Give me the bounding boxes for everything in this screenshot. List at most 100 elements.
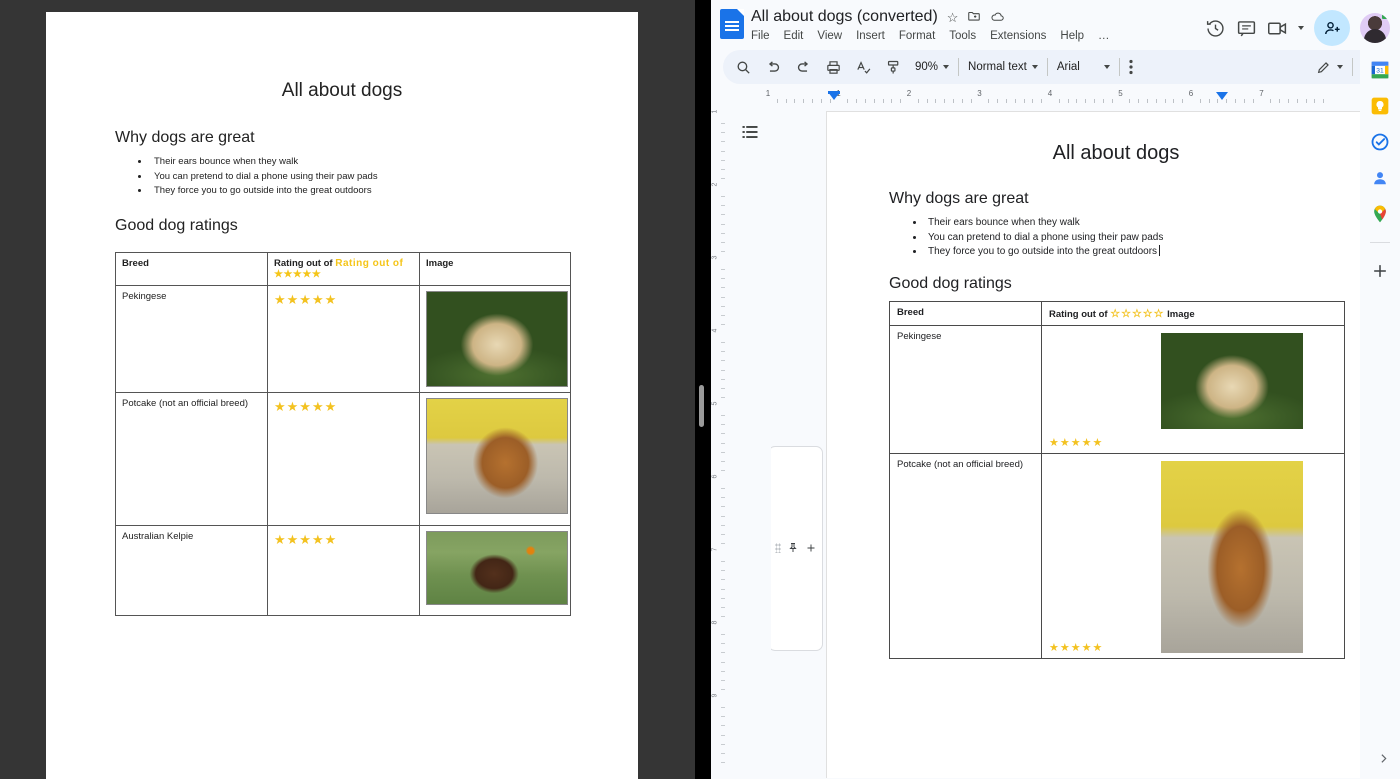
google-docs-icon	[720, 9, 744, 39]
ruler-label: 7	[711, 547, 719, 552]
menu-extensions[interactable]: Extensions	[990, 30, 1046, 42]
menu-help[interactable]: Help	[1060, 30, 1084, 42]
ruler-tick	[721, 123, 725, 125]
menu-view[interactable]: View	[817, 30, 842, 42]
document-title[interactable]: All about dogs (converted)	[751, 8, 938, 26]
menu-edit[interactable]: Edit	[784, 30, 804, 42]
ruler-tick	[721, 634, 725, 636]
right-indent-marker[interactable]	[1216, 92, 1229, 100]
toolbar-separator	[1046, 58, 1048, 76]
ruler-tick	[721, 369, 725, 371]
zoom-selector[interactable]: 90%	[915, 61, 950, 73]
ruler-tick	[721, 661, 725, 663]
paragraph-style-selector[interactable]: Normal text	[968, 61, 1038, 73]
ruler-tick	[721, 752, 725, 754]
expand-panel-icon[interactable]	[1377, 752, 1390, 770]
row-drag-handle-icon[interactable]	[774, 543, 781, 553]
dog-photo-potcake[interactable]	[1161, 460, 1303, 653]
paint-format-icon[interactable]	[885, 59, 902, 76]
version-history-icon[interactable]	[1205, 18, 1226, 39]
google-contacts-icon[interactable]	[1370, 168, 1390, 188]
get-add-ons-icon[interactable]	[1370, 261, 1390, 281]
pane-divider[interactable]	[695, 0, 711, 779]
meet-video-icon[interactable]	[1267, 20, 1288, 37]
vertical-ruler[interactable]: 1 2 3 4 5 6 7 8 9	[711, 106, 729, 778]
star-icon[interactable]: ☆	[947, 11, 959, 24]
ruler-tick	[1199, 99, 1201, 103]
menu-insert[interactable]: Insert	[856, 30, 885, 42]
ruler-tick	[721, 506, 725, 508]
doc-ratings-table[interactable]: Breed Rating out of ☆☆☆☆☆ Image Pekinges…	[889, 300, 1345, 659]
table-row-controls[interactable]	[771, 445, 823, 651]
col-header-rating: Rating out of Rating out of ★★★★★	[267, 251, 420, 286]
ruler-tick	[1155, 99, 1157, 103]
toolbar-separator	[1118, 58, 1120, 76]
google-tasks-icon[interactable]	[1370, 132, 1390, 152]
toolbar-separator	[1352, 58, 1353, 76]
cloud-status-icon[interactable]	[990, 9, 1005, 26]
ruler-tick	[1173, 99, 1175, 103]
list-item: You can pretend to dial a phone using th…	[150, 170, 638, 185]
ruler-tick	[721, 342, 725, 344]
ruler-tick	[1252, 99, 1254, 103]
redo-icon[interactable]	[795, 59, 812, 76]
col-header-rating-image: Rating out of ☆☆☆☆☆ Image	[1041, 300, 1345, 326]
preview-ratings-table: Breed Rating out of Rating out of ★★★★★ …	[115, 251, 571, 616]
move-to-folder-icon[interactable]	[967, 9, 981, 25]
title-row: All about dogs (converted) ☆	[751, 6, 1205, 28]
ruler-tick	[721, 196, 725, 198]
comment-icon[interactable]	[1236, 18, 1257, 39]
cell-rating: ★★★★★	[267, 391, 420, 526]
ruler-tick	[1005, 99, 1007, 103]
menu-overflow[interactable]: …	[1098, 30, 1110, 42]
first-line-indent-marker[interactable]	[827, 91, 840, 94]
ruler-tick	[721, 205, 725, 207]
ruler-tick	[794, 99, 796, 103]
more-options-icon[interactable]	[1129, 59, 1133, 75]
ruler-tick	[1067, 99, 1069, 103]
divider-drag-handle[interactable]	[699, 385, 704, 427]
ruler-tick	[721, 679, 725, 681]
ruler-tick	[785, 99, 787, 103]
ruler-tick	[721, 269, 725, 271]
font-selector[interactable]: Arial	[1057, 61, 1110, 73]
menu-format[interactable]: Format	[899, 30, 935, 42]
document-canvas[interactable]: All about dogs Why dogs are great Their …	[771, 106, 1400, 778]
google-keep-icon[interactable]	[1370, 96, 1390, 116]
google-calendar-icon[interactable]: 31	[1370, 60, 1390, 80]
font-value: Arial	[1056, 61, 1080, 73]
editing-mode-selector[interactable]	[1316, 59, 1343, 75]
pin-row-icon[interactable]	[787, 542, 799, 554]
ruler-tick	[721, 250, 725, 252]
add-row-icon[interactable]	[805, 542, 817, 554]
table-row: Pekingese ★★★★★	[115, 284, 571, 393]
dog-photo-pekingese[interactable]	[1161, 332, 1303, 429]
ruler-label: 5	[711, 401, 719, 406]
table-row: Potcake (not an official breed) ★★★★★	[889, 452, 1345, 659]
ruler-tick	[721, 378, 725, 380]
menu-file[interactable]: File	[751, 30, 770, 42]
document-outline-icon[interactable]	[741, 123, 759, 146]
ruler-tick	[721, 734, 725, 736]
ruler-tick	[721, 542, 725, 544]
ruler-tick	[891, 99, 893, 103]
col-header-breed: Breed	[889, 300, 1042, 326]
meet-dropdown-caret[interactable]	[1298, 26, 1304, 30]
print-icon[interactable]	[825, 59, 842, 76]
document-page[interactable]: All about dogs Why dogs are great Their …	[771, 111, 1400, 778]
rating-header-text: Rating out of	[274, 257, 333, 269]
share-button[interactable]	[1314, 10, 1350, 46]
spellcheck-icon[interactable]	[855, 59, 872, 76]
ruler-tick	[900, 99, 902, 103]
presence-indicator	[1382, 13, 1389, 19]
search-icon[interactable]	[735, 59, 752, 76]
google-maps-icon[interactable]	[1370, 204, 1390, 224]
ruler-tick	[721, 351, 725, 353]
list-item: They force you to go outside into the gr…	[925, 245, 1400, 260]
horizontal-ruler[interactable]: 11234567	[711, 89, 1400, 106]
menu-tools[interactable]: Tools	[949, 30, 976, 42]
ruler-tick	[856, 99, 858, 103]
ruler-tick	[803, 99, 805, 103]
avatar[interactable]	[1360, 13, 1390, 43]
undo-icon[interactable]	[765, 59, 782, 76]
